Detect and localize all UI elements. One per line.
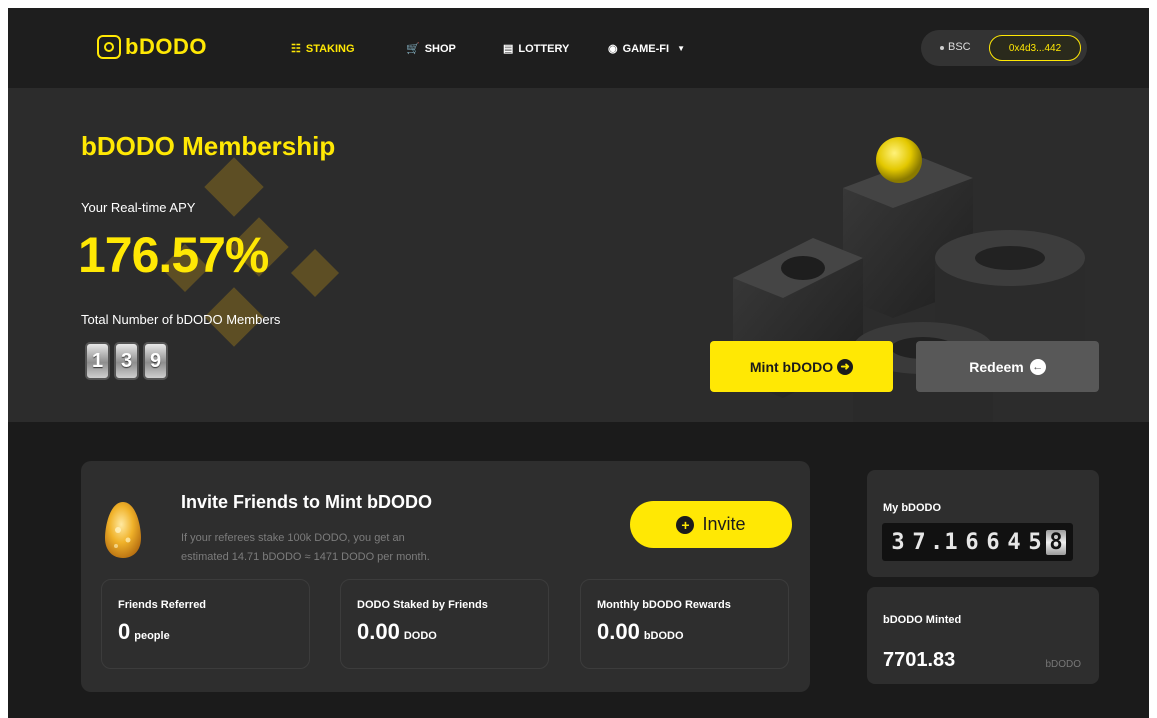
app-frame: bDODO ☷ STAKING 🛒 SHOP ▤ LOTTERY ◉ GAME-…	[8, 8, 1149, 718]
redeem-button[interactable]: Redeem ←	[916, 341, 1099, 392]
odometer-digit: 5	[1028, 529, 1042, 555]
odometer-digit: 3	[891, 529, 905, 555]
stat-unit: DODO	[403, 630, 437, 642]
network-selector[interactable]: BSC 0x4d3...442	[921, 30, 1087, 66]
membership-hero: bDODO Membership Your Real-time APY 176.…	[8, 88, 1149, 422]
nav-item-lottery[interactable]: ▤ LOTTERY	[503, 42, 570, 56]
invite-description: If your referees stake 100k DODO, you ge…	[181, 529, 561, 567]
stat-label: DODO Staked by Friends	[357, 599, 488, 611]
stat-label: Friends Referred	[118, 599, 207, 611]
stat-friends-referred: Friends Referred 0 people	[101, 579, 310, 669]
nav-item-staking[interactable]: ☷ STAKING	[291, 42, 355, 56]
invite-button-label: Invite	[702, 514, 746, 534]
cart-icon: 🛒	[406, 43, 420, 55]
brand-name: bDODO	[125, 34, 207, 59]
stat-dodo-staked: DODO Staked by Friends 0.00 DODO	[340, 579, 549, 669]
nav-item-label: LOTTERY	[518, 42, 570, 55]
redeem-button-label: Redeem	[969, 358, 1024, 375]
bdodo-minted-value: 7701.83	[883, 649, 956, 671]
stat-number: 0.00	[357, 619, 400, 644]
gamepad-icon: ◉	[608, 43, 618, 55]
mint-button-label: Mint bDODO	[749, 358, 834, 375]
stat-value: 0.00 bDODO	[597, 619, 684, 645]
coins-icon: ☷	[291, 43, 301, 55]
stat-value: 0.00 DODO	[357, 619, 437, 645]
my-bdodo-odometer: 3 7 . 1 6 6 4 5 8	[882, 523, 1073, 561]
stat-unit: bDODO	[643, 630, 684, 642]
arrow-right-icon: ➜	[837, 358, 854, 375]
wallet-address-button[interactable]: 0x4d3...442	[989, 35, 1081, 61]
top-nav: bDODO ☷ STAKING 🛒 SHOP ▤ LOTTERY ◉ GAME-…	[8, 8, 1149, 88]
plus-circle-icon: +	[676, 515, 695, 534]
page-title: bDODO Membership	[81, 131, 336, 161]
invite-button[interactable]: + Invite	[630, 501, 792, 548]
members-label: Total Number of bDODO Members	[81, 312, 281, 327]
odometer-digit: 7	[912, 529, 926, 555]
stat-value: 0 people	[118, 619, 170, 645]
stat-label: Monthly bDODO Rewards	[597, 599, 731, 611]
counter-digit: 3	[114, 342, 139, 380]
odometer-digit: 6	[986, 529, 1000, 555]
odometer-digit: 6	[965, 529, 979, 555]
odometer-digit: 4	[1007, 529, 1021, 555]
stat-unit: people	[134, 630, 170, 642]
network-label: BSC	[948, 41, 971, 53]
invite-description-line: estimated 14.71 bDODO ≈ 1471 DODO per mo…	[181, 551, 430, 563]
nav-item-label: STAKING	[305, 42, 355, 55]
bdodo-minted-label: bDODO Minted	[883, 614, 962, 626]
nav-item-shop[interactable]: 🛒 SHOP	[406, 42, 456, 56]
counter-digit: 9	[143, 342, 168, 380]
nav-item-gamefi[interactable]: ◉ GAME-FI ▼	[608, 42, 685, 56]
invite-description-line: If your referees stake 100k DODO, you ge…	[181, 532, 405, 544]
my-bdodo-card: My bDODO 3 7 . 1 6 6 4 5 8	[867, 470, 1099, 577]
stat-number: 0.00	[597, 619, 640, 644]
golden-egg-icon	[105, 502, 141, 558]
brand-logo[interactable]: bDODO	[97, 34, 207, 60]
invite-card: Invite Friends to Mint bDODO If your ref…	[81, 461, 810, 692]
apy-label: Your Real-time APY	[81, 200, 196, 215]
caret-down-icon: ▼	[677, 44, 685, 53]
mint-button[interactable]: Mint bDODO ➜	[710, 341, 893, 392]
odometer-digit: 1	[944, 529, 958, 555]
logo-mark-icon	[97, 35, 121, 59]
invite-title: Invite Friends to Mint bDODO	[181, 492, 432, 512]
nav-item-label: SHOP	[424, 42, 456, 55]
odometer-digit: .	[930, 529, 944, 555]
odometer-digit: 8	[1046, 529, 1066, 555]
ticket-icon: ▤	[503, 43, 514, 55]
counter-digit: 1	[85, 342, 110, 380]
apy-value: 176.57%	[78, 227, 269, 283]
network-status-dot	[940, 46, 944, 50]
stat-number: 0	[118, 619, 131, 644]
nav-item-label: GAME-FI	[622, 42, 670, 55]
bdodo-minted-card: bDODO Minted 7701.83 bDODO	[867, 587, 1099, 684]
arrow-left-icon: ←	[1029, 358, 1046, 375]
stat-monthly-rewards: Monthly bDODO Rewards 0.00 bDODO	[580, 579, 789, 669]
my-bdodo-label: My bDODO	[883, 502, 942, 514]
bdodo-minted-unit: bDODO	[1045, 659, 1081, 670]
members-counter: 1 3 9	[85, 342, 168, 380]
